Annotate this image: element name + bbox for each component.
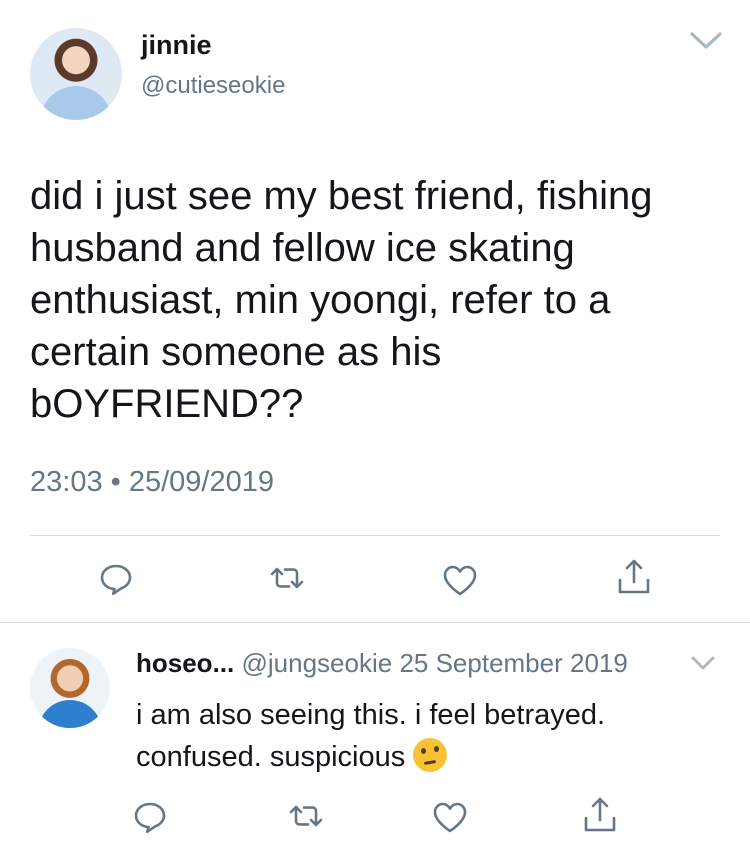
author-handle[interactable]: @cutieseokie xyxy=(141,72,285,100)
reply-button[interactable] xyxy=(96,558,136,598)
retweet-icon xyxy=(270,567,304,589)
like-icon xyxy=(433,802,467,833)
reply-header: hoseo... @jungseokie 25 September 2019 xyxy=(136,648,628,679)
tweet-text: did i just see my best friend, fishing h… xyxy=(30,174,653,426)
share-icon xyxy=(618,559,650,594)
reply-divider xyxy=(0,622,750,623)
timestamp-separator: • xyxy=(110,466,121,498)
reply-chevron-down-icon[interactable] xyxy=(690,654,716,672)
reply-reply-button[interactable] xyxy=(130,796,170,836)
reply-icon xyxy=(100,564,132,596)
share-icon xyxy=(584,797,616,832)
chevron-down-icon[interactable] xyxy=(688,28,724,52)
reply-share-button[interactable] xyxy=(580,794,620,834)
tweet-time: 23:03 xyxy=(30,466,103,498)
author-name[interactable]: jinnie xyxy=(141,30,212,61)
like-icon xyxy=(443,565,477,596)
retweet-button[interactable] xyxy=(267,558,307,598)
reply-text: i am also seeing this. i feel betrayed. … xyxy=(136,699,606,773)
retweet-icon xyxy=(289,805,323,827)
reply-like-button[interactable] xyxy=(430,797,470,837)
tweet-timestamp: 23:03 • 25/09/2019 xyxy=(30,466,274,499)
like-button[interactable] xyxy=(440,560,480,600)
reply-date: 25 September 2019 xyxy=(399,648,628,678)
thinking-face-emoji xyxy=(413,738,448,772)
author-avatar[interactable] xyxy=(30,28,122,120)
reply-text-block: i am also seeing this. i feel betrayed. … xyxy=(136,694,716,778)
reply-author-name[interactable]: hoseo... xyxy=(136,648,234,678)
share-button[interactable] xyxy=(614,556,654,596)
reply-author-avatar[interactable] xyxy=(30,648,110,728)
reply-author-handle[interactable]: @jungseokie xyxy=(241,648,392,678)
divider xyxy=(30,535,720,536)
tweet-date: 25/09/2019 xyxy=(128,466,275,498)
reply-icon xyxy=(134,802,166,834)
reply-retweet-button[interactable] xyxy=(286,796,326,836)
